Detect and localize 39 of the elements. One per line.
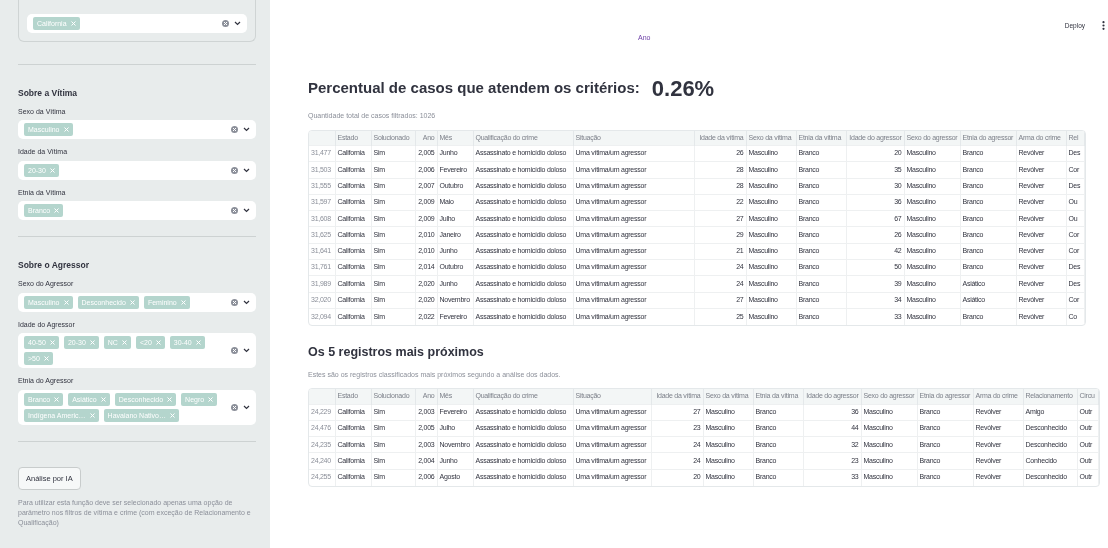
- remove-icon[interactable]: [89, 412, 95, 418]
- chevron-down-icon[interactable]: [243, 127, 250, 133]
- remove-icon[interactable]: [43, 356, 49, 361]
- clear-icon[interactable]: [231, 126, 238, 134]
- chevron-down-icon[interactable]: [243, 208, 250, 214]
- remove-icon[interactable]: [63, 299, 69, 305]
- remove-icon[interactable]: [49, 340, 55, 345]
- remove-icon[interactable]: [54, 208, 60, 214]
- chevron-down-icon[interactable]: [243, 167, 250, 173]
- clear-icon[interactable]: [231, 207, 238, 215]
- clear-icon[interactable]: [222, 20, 229, 27]
- remove-icon[interactable]: [70, 21, 76, 26]
- clear-icon[interactable]: [231, 347, 238, 354]
- remove-icon[interactable]: [129, 299, 135, 305]
- remove-icon[interactable]: [195, 340, 201, 345]
- remove-icon[interactable]: [54, 396, 60, 402]
- remove-icon[interactable]: [121, 340, 127, 345]
- more-menu-icon[interactable]: [1102, 21, 1105, 30]
- chevron-down-icon[interactable]: [243, 348, 250, 353]
- chevron-down-icon[interactable]: [234, 21, 241, 26]
- section-heading: Sobre o Agressor: [18, 259, 90, 272]
- remove-icon[interactable]: [167, 396, 173, 402]
- remove-icon[interactable]: [180, 299, 186, 305]
- remove-icon[interactable]: [100, 396, 106, 402]
- metric-label: Percentual de casos que atendem os critérios:: [308, 78, 640, 99]
- chevron-down-icon[interactable]: [243, 404, 250, 410]
- metric-value: 0.26%: [651, 75, 715, 103]
- remove-icon[interactable]: [169, 412, 175, 418]
- clear-icon[interactable]: [231, 166, 238, 174]
- remove-icon[interactable]: [208, 396, 214, 402]
- section-heading: Sobre a Vítima: [18, 87, 79, 100]
- section-title: Os 5 registros mais próximos: [308, 343, 485, 361]
- chevron-down-icon[interactable]: [243, 299, 250, 305]
- clear-icon[interactable]: [231, 298, 238, 306]
- clear-icon[interactable]: [231, 403, 238, 411]
- remove-icon[interactable]: [155, 340, 161, 345]
- remove-icon[interactable]: [63, 127, 69, 133]
- remove-icon[interactable]: [49, 167, 55, 173]
- remove-icon[interactable]: [89, 340, 95, 345]
